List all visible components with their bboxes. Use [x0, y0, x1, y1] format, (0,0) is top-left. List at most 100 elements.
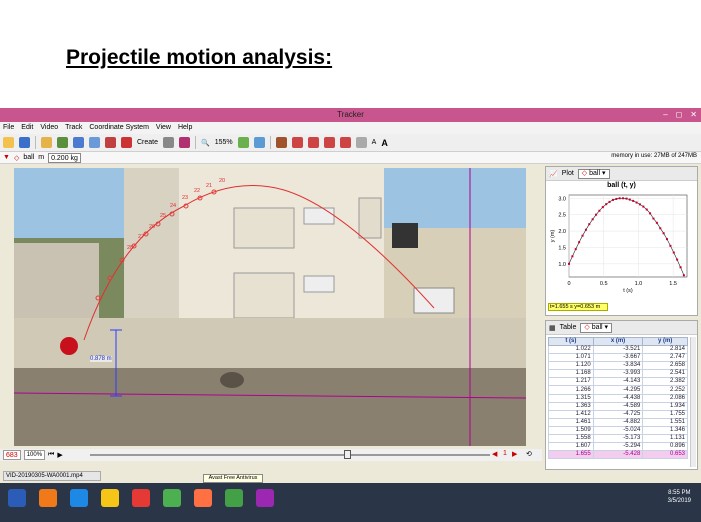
edge-icon[interactable]	[101, 489, 119, 507]
table-cell[interactable]: 1.412	[548, 409, 594, 419]
table-cell[interactable]: 1.022	[548, 344, 594, 355]
coordinate-axes-icon[interactable]	[89, 137, 100, 148]
plot-axes-icon[interactable]: 📈	[549, 170, 558, 178]
clip-settings-icon[interactable]	[73, 137, 84, 148]
calibration-icon[interactable]	[105, 137, 116, 148]
labels-icon[interactable]	[253, 137, 265, 148]
table-row[interactable]: 1.655 -5.428 0.653	[548, 450, 688, 460]
zoom-level[interactable]: 155%	[215, 139, 233, 146]
open-video-icon[interactable]	[41, 137, 52, 148]
save-icon[interactable]	[19, 137, 30, 148]
table-cell[interactable]: -4.438	[592, 393, 644, 403]
step-back-icon[interactable]: ⏮	[48, 451, 54, 459]
menu-edit[interactable]: Edit	[21, 122, 33, 134]
track-name[interactable]: ball	[23, 154, 34, 161]
vlc-icon[interactable]	[225, 489, 243, 507]
video-file-tab[interactable]: VID-20190305-WA0001.mp4	[3, 471, 101, 481]
table-cell[interactable]: -5.428	[592, 450, 644, 460]
chrome-icon[interactable]	[163, 489, 181, 507]
step-size[interactable]: 1	[503, 450, 507, 457]
positions-icon[interactable]	[291, 137, 303, 148]
table-cell[interactable]: 1.363	[548, 401, 594, 411]
play-icon[interactable]: ▶	[57, 451, 62, 459]
acceleration-icon[interactable]	[323, 137, 335, 148]
table-cell[interactable]: -3.521	[592, 344, 644, 355]
table-row[interactable]: 1.363 -4.589 1.934	[548, 401, 688, 411]
calibration-length-label[interactable]: 0.878 m	[90, 356, 112, 362]
tracks-icon[interactable]	[163, 137, 175, 148]
step-up-icon[interactable]: ▶	[512, 450, 517, 458]
table-cell[interactable]: 2.747	[642, 353, 688, 363]
frame-slider[interactable]	[90, 454, 490, 456]
table-row[interactable]: 1.022 -3.521 2.814	[548, 344, 688, 355]
path-icon[interactable]	[275, 137, 287, 148]
firefox-icon[interactable]	[70, 489, 88, 507]
table-cell[interactable]: 1.131	[642, 434, 688, 444]
store-icon[interactable]	[194, 489, 212, 507]
table-cell[interactable]: 1.346	[642, 425, 688, 436]
table-row[interactable]: 1.412 -4.725 1.755	[548, 409, 688, 419]
table-row[interactable]: 1.120 -3.834 2.658	[548, 361, 688, 371]
frame-number-field[interactable]: 683	[3, 450, 21, 460]
table-row[interactable]: 1.266 -4.295 2.252	[548, 385, 688, 395]
plot-label[interactable]: Plot	[562, 170, 574, 177]
font-smaller-button[interactable]: A	[372, 139, 377, 146]
table-cell[interactable]: 2.086	[642, 393, 688, 403]
table-label[interactable]: Table	[560, 324, 577, 331]
table-cell[interactable]: 1.655	[548, 450, 594, 460]
plot-track-select[interactable]: ◇ ball ▾	[577, 168, 610, 179]
close-button[interactable]: ✕	[690, 108, 697, 122]
table-cell[interactable]: -3.834	[592, 361, 644, 371]
table-cell[interactable]: 0.653	[642, 450, 688, 460]
table-cell[interactable]: 1.558	[548, 434, 594, 444]
table-row[interactable]: 1.217 -4.143 2.382	[548, 377, 688, 387]
ball-track-icon[interactable]: ◇	[14, 154, 19, 162]
menu-coordinate-system[interactable]: Coordinate System	[89, 122, 149, 134]
footprint-icon[interactable]	[339, 137, 351, 148]
create-button[interactable]: Create	[137, 139, 158, 146]
table-header-x[interactable]: x (m)	[592, 337, 644, 346]
create-icon[interactable]	[121, 137, 132, 148]
table-cell[interactable]: -4.725	[592, 409, 644, 419]
table-cell[interactable]: 0.896	[642, 442, 688, 452]
menu-view[interactable]: View	[156, 122, 171, 134]
table-row[interactable]: 1.509 -5.024 1.346	[548, 425, 688, 436]
table-cell[interactable]: 1.934	[642, 401, 688, 411]
table-row[interactable]: 1.168 -3.993 2.541	[548, 369, 688, 379]
table-row[interactable]: 1.461 -4.882 1.551	[548, 417, 688, 427]
video-view[interactable]: 0.878 m 20 21 22 23 24 25 26 27 28	[14, 168, 526, 446]
menu-file[interactable]: File	[3, 122, 14, 134]
zoom-icon[interactable]: 🔍	[201, 139, 210, 147]
table-cell[interactable]: 1.755	[642, 409, 688, 419]
menu-track[interactable]: Track	[65, 122, 82, 134]
table-cell[interactable]: -5.173	[592, 434, 644, 444]
table-row[interactable]: 1.071 -3.667 2.747	[548, 353, 688, 363]
menu-help[interactable]: Help	[178, 122, 192, 134]
mass-field[interactable]: 0.200 kg	[48, 152, 81, 163]
table-cell[interactable]: 1.071	[548, 353, 594, 363]
table-cell[interactable]: -4.589	[592, 401, 644, 411]
task-view-icon[interactable]	[39, 489, 57, 507]
file-explorer-icon[interactable]	[132, 489, 150, 507]
table-cell[interactable]: 2.541	[642, 369, 688, 379]
table-track-select[interactable]: ◇ ball ▾	[580, 322, 613, 333]
table-cell[interactable]: 1.168	[548, 369, 594, 379]
trails-icon[interactable]	[237, 137, 249, 148]
table-cell[interactable]: 2.382	[642, 377, 688, 387]
maximize-button[interactable]: ◻	[676, 108, 683, 122]
table-cell[interactable]: 2.658	[642, 361, 688, 371]
loop-icon[interactable]: ⟲	[526, 450, 532, 458]
table-cell[interactable]: 2.814	[642, 344, 688, 355]
start-icon[interactable]	[8, 489, 26, 507]
table-cell[interactable]: 1.461	[548, 417, 594, 427]
table-cell[interactable]: -5.024	[592, 425, 644, 436]
table-cell[interactable]: -3.667	[592, 353, 644, 363]
table-cell[interactable]: 1.266	[548, 385, 594, 395]
ball-marker[interactable]	[60, 337, 78, 355]
table-cell[interactable]: -4.882	[592, 417, 644, 427]
table-grid-icon[interactable]: ▦	[549, 324, 556, 332]
frame-slider-thumb[interactable]	[344, 450, 351, 459]
table-row[interactable]: 1.558 -5.173 1.131	[548, 434, 688, 444]
table-header-t[interactable]: t (s)	[548, 337, 594, 346]
step-down-icon[interactable]: ◀	[492, 450, 497, 458]
